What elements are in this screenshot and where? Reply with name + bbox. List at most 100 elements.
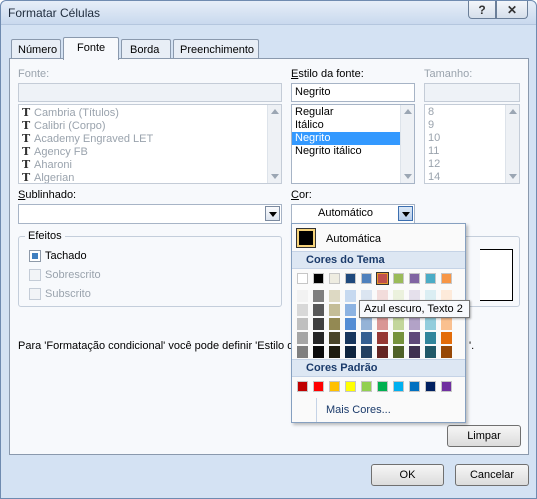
style-list-item[interactable]: Itálico (292, 119, 414, 132)
style-list-item[interactable]: Negrito itálico (292, 145, 414, 158)
automatic-color-option[interactable]: Automática (326, 233, 381, 245)
theme-shade-swatch[interactable] (345, 304, 356, 316)
font-list-item[interactable]: T Algerian (19, 171, 281, 183)
theme-shade-swatch[interactable] (377, 332, 388, 344)
theme-shade-swatch[interactable] (329, 290, 340, 302)
theme-shade-swatch[interactable] (393, 332, 404, 344)
font-list-item[interactable]: T Agency FB (19, 145, 281, 158)
theme-shade-swatch[interactable] (313, 304, 324, 316)
theme-shade-swatch[interactable] (329, 304, 340, 316)
chevron-down-icon (402, 212, 410, 217)
theme-shade-swatch[interactable] (425, 318, 436, 330)
theme-color-swatch[interactable] (329, 273, 340, 284)
font-input[interactable] (18, 83, 282, 102)
size-list-scrollbar[interactable] (505, 105, 519, 183)
theme-shade-swatch[interactable] (393, 346, 404, 358)
theme-shade-swatch[interactable] (377, 318, 388, 330)
style-list-scrollbar[interactable] (400, 105, 414, 183)
theme-shade-swatch[interactable] (329, 346, 340, 358)
theme-shade-swatch[interactable] (313, 332, 324, 344)
theme-shade-swatch[interactable] (297, 290, 308, 302)
theme-shade-swatch[interactable] (425, 332, 436, 344)
underline-select[interactable] (18, 204, 282, 224)
theme-color-swatch[interactable] (313, 273, 324, 284)
theme-shade-swatch[interactable] (441, 318, 452, 330)
color-select[interactable]: Automático (291, 204, 415, 224)
theme-shade-swatch[interactable] (345, 318, 356, 330)
theme-color-swatch[interactable] (376, 272, 389, 285)
theme-shade-swatch[interactable] (361, 318, 372, 330)
font-list-item[interactable]: T Calibri (Corpo) (19, 119, 281, 132)
theme-shade-swatch[interactable] (297, 304, 308, 316)
cancel-button[interactable]: Cancelar (455, 464, 529, 486)
strikethrough-checkbox[interactable] (29, 250, 41, 262)
tab-preenchimento[interactable]: Preenchimento (173, 39, 259, 59)
underline-dropdown-button[interactable] (265, 206, 280, 221)
subscript-checkbox[interactable] (29, 288, 41, 300)
theme-shade-swatch[interactable] (409, 318, 420, 330)
color-dropdown-button[interactable] (398, 206, 413, 221)
theme-shade-swatch[interactable] (393, 318, 404, 330)
font-list-item[interactable]: T Cambria (Títulos) (19, 106, 281, 119)
theme-shade-swatch[interactable] (441, 332, 452, 344)
font-list-item[interactable]: T Aharoni (19, 158, 281, 171)
standard-color-swatch[interactable] (425, 381, 436, 392)
close-button[interactable]: ✕ (496, 1, 528, 19)
theme-shade-swatch[interactable] (329, 332, 340, 344)
subscript-label: Subscrito (45, 288, 91, 300)
superscript-label: Sobrescrito (45, 269, 101, 281)
font-list-item-label: Aharoni (34, 159, 72, 171)
tab-numero[interactable]: Número (11, 39, 61, 59)
theme-shade-swatch[interactable] (345, 346, 356, 358)
theme-shade-swatch[interactable] (345, 290, 356, 302)
standard-color-swatch[interactable] (377, 381, 388, 392)
style-list[interactable]: Regular Itálico Negrito Negrito itálico (291, 104, 415, 184)
size-input[interactable] (424, 83, 520, 102)
theme-shade-swatch[interactable] (377, 346, 388, 358)
ok-button[interactable]: OK (371, 464, 444, 486)
theme-color-swatch[interactable] (361, 273, 372, 284)
theme-color-swatch[interactable] (441, 273, 452, 284)
theme-color-swatch[interactable] (297, 273, 308, 284)
theme-shade-swatch[interactable] (297, 318, 308, 330)
theme-shade-swatch[interactable] (329, 318, 340, 330)
standard-color-swatch[interactable] (361, 381, 372, 392)
clear-button[interactable]: Limpar (447, 425, 521, 447)
tab-borda[interactable]: Borda (121, 39, 171, 59)
theme-shade-swatch[interactable] (313, 318, 324, 330)
standard-color-swatch[interactable] (345, 381, 356, 392)
style-list-item[interactable]: Negrito (292, 132, 414, 145)
theme-color-swatch[interactable] (425, 273, 436, 284)
superscript-checkbox[interactable] (29, 269, 41, 281)
theme-shade-swatch[interactable] (361, 346, 372, 358)
font-list-item[interactable]: T Academy Engraved LET (19, 132, 281, 145)
style-input[interactable]: Negrito (291, 83, 415, 102)
theme-shade-swatch[interactable] (313, 290, 324, 302)
theme-shade-swatch[interactable] (345, 332, 356, 344)
theme-color-swatch[interactable] (345, 273, 356, 284)
size-list[interactable]: 8 9 10 11 12 14 (424, 104, 520, 184)
standard-color-swatch[interactable] (393, 381, 404, 392)
font-list[interactable]: T Cambria (Títulos) T Calibri (Corpo) T Acade… (18, 104, 282, 184)
theme-color-swatch[interactable] (409, 273, 420, 284)
theme-shade-swatch[interactable] (409, 332, 420, 344)
standard-color-swatch[interactable] (329, 381, 340, 392)
standard-color-swatch[interactable] (409, 381, 420, 392)
theme-shade-swatch[interactable] (361, 332, 372, 344)
standard-color-swatch[interactable] (297, 381, 308, 392)
theme-shade-swatch[interactable] (441, 346, 452, 358)
standard-color-swatch[interactable] (313, 381, 324, 392)
standard-color-swatch[interactable] (441, 381, 452, 392)
tab-fonte[interactable]: Fonte (63, 37, 119, 60)
theme-shade-swatch[interactable] (409, 346, 420, 358)
theme-shade-swatch[interactable] (297, 346, 308, 358)
more-colors-link[interactable]: Mais Cores... (326, 404, 391, 416)
theme-shade-swatch[interactable] (297, 332, 308, 344)
help-button[interactable]: ? (468, 1, 496, 19)
font-list-scrollbar[interactable] (267, 105, 281, 183)
automatic-swatch-frame[interactable] (296, 228, 316, 248)
theme-shade-swatch[interactable] (425, 346, 436, 358)
theme-shade-swatch[interactable] (313, 346, 324, 358)
theme-color-swatch[interactable] (393, 273, 404, 284)
style-list-item[interactable]: Regular (292, 106, 414, 119)
